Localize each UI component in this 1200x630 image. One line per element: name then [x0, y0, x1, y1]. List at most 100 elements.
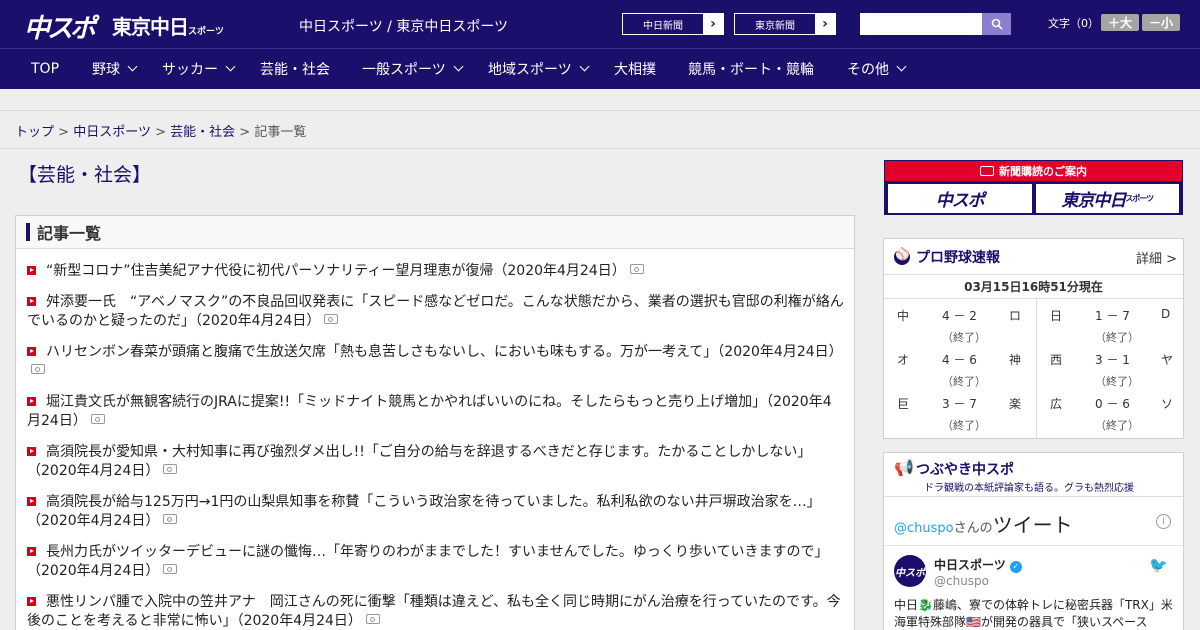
game-status: （終了）: [1095, 419, 1139, 432]
article-item[interactable]: “新型コロナ”住吉美紀アナ代役に初代パーソナリティー望月理恵が復帰（2020年4…: [27, 262, 844, 281]
nav-baseball[interactable]: 野球: [92, 49, 138, 89]
breadcrumb-bar: トップ > 中日スポーツ > 芸能・社会 > 記事一覧: [0, 111, 1200, 149]
main-nav: TOP 野球 サッカー 芸能・社会 一般スポーツ 地域スポーツ 大相撲 競馬・ボ…: [0, 48, 1200, 89]
baseball-score-box: プロ野球速報 詳細 > 03月15日16時51分現在 中 4 － 2 ロ （終了） オ…: [883, 238, 1184, 439]
subscription-banner[interactable]: 新聞購読のご案内 中スポ 東京中日 スポーツ: [884, 160, 1183, 215]
tweets-by-heading: @chuspoさんのツイート: [894, 509, 1073, 538]
away-team: ヤ: [1161, 353, 1174, 367]
game-row[interactable]: オ4 － 6 神（終了）: [884, 343, 1034, 388]
game-row[interactable]: 巨 3 － 7 楽 （終了）: [884, 387, 1034, 432]
nav-sumo[interactable]: 大相撲: [614, 49, 656, 89]
score-column-right: 日1 － 7 D （終了） 西3 － 1 ヤ（終了） 広0 － 6 ソ（終了）: [1036, 299, 1186, 439]
chevron-down-icon: [453, 61, 464, 72]
article-link[interactable]: 舛添要一氏 “アベノマスク”の不良品回収発表に「スピード感などゼロだ。こんな状態…: [27, 294, 844, 329]
score-detail-link[interactable]: 詳細 >: [1136, 248, 1177, 267]
tweet-text: 中日🐉藤嶋、寮での体幹トレに秘密兵器「TRX」米海軍特殊部隊🇺🇸が開発の器具で「…: [894, 598, 1173, 629]
tokyo-chunichi-logo-small: スポーツ: [188, 27, 224, 37]
article-item[interactable]: 長州力氏がツイッターデビューに謎の懺悔…「年寄りのわがままでした！すいませんでし…: [27, 543, 844, 581]
arrow-bullet-icon: [27, 547, 36, 556]
avatar[interactable]: 中スポ: [894, 555, 926, 587]
nav-local-sports[interactable]: 地域スポーツ: [488, 49, 590, 89]
tokyo-chunichi-logo-text: 東京中日: [112, 15, 189, 39]
score-grid: 中 4 － 2 ロ （終了） オ 4 － 6 神 （終了） 巨 3 － 7 楽 （終了） 日 1 －…: [884, 299, 1183, 439]
search-icon: [991, 18, 1003, 30]
camera-icon: [163, 564, 178, 574]
tokyo-shimbun-button[interactable]: 東京新聞 ›: [734, 13, 836, 35]
nav-racing[interactable]: 競馬・ボート・競輪: [688, 49, 814, 89]
game-row[interactable]: 西3 － 1 ヤ（終了）: [1037, 343, 1186, 388]
font-decrease-button[interactable]: －小: [1142, 14, 1180, 31]
game-row[interactable]: 中4 － 2 ロ（終了）: [884, 299, 1034, 344]
breadcrumb-category[interactable]: 芸能・社会: [170, 125, 235, 140]
breadcrumb-sep: >: [239, 125, 251, 140]
arrow-bullet-icon: [27, 497, 36, 506]
game-score: 4 － 6: [942, 353, 977, 367]
article-link[interactable]: “新型コロナ”住吉美紀アナ代役に初代パーソナリティー望月理恵が復帰（2020年4…: [46, 263, 626, 279]
article-item[interactable]: 悪性リンパ腫で入院中の笠井アナ 岡江さんの死に衝撃「種類は違えど、私も全く同じ時…: [27, 593, 844, 630]
breadcrumb: トップ > 中日スポーツ > 芸能・社会 > 記事一覧: [15, 121, 306, 140]
breadcrumb-sep: >: [58, 125, 70, 140]
baseball-icon: [894, 247, 910, 265]
nav-other-label: その他: [847, 62, 889, 78]
nav-entertainment[interactable]: 芸能・社会: [260, 49, 330, 89]
subscribe-tokyo-chunichi-small: スポーツ: [1125, 194, 1154, 203]
verified-check-icon: ✓: [1009, 561, 1022, 573]
tweet-section-subtitle: ドラ観戦の本紙評論家も語る。グラも熱烈応援: [924, 483, 1134, 494]
away-team: ロ: [1009, 309, 1022, 323]
nav-general-sports[interactable]: 一般スポーツ: [362, 49, 464, 89]
info-icon[interactable]: i: [1156, 514, 1171, 529]
game-row[interactable]: 広 0 － 6 ソ （終了）: [1037, 387, 1186, 432]
arrow-bullet-icon: [27, 397, 36, 406]
article-link[interactable]: 悪性リンパ腫で入院中の笠井アナ 岡江さんの死に衝撃「種類は違えど、私も全く同じ時…: [27, 594, 841, 629]
away-team: 楽: [1009, 397, 1022, 411]
article-item[interactable]: ハリセンボン春菜が頭痛と腹痛で生放送欠席「熱も息苦しさもないし、においも味もする…: [27, 343, 844, 381]
chuspo-logo[interactable]: 中スポ: [24, 8, 96, 45]
tweet-account-name[interactable]: 中日スポーツ ✓: [934, 556, 1022, 573]
nav-soccer[interactable]: サッカー: [162, 49, 236, 89]
article-item[interactable]: 堀江貴文氏が無観客続行のJRAに提案!!「ミッドナイト競馬とかやればいいのにね。…: [27, 393, 844, 431]
arrow-bullet-icon: [27, 297, 36, 306]
game-score: 4 － 2: [942, 309, 977, 323]
nav-local-sports-label: 地域スポーツ: [488, 62, 572, 78]
search-button[interactable]: [982, 13, 1011, 35]
article-item[interactable]: 高須院長が愛知県・大村知事に再び強烈ダメ出し!!「ご自分の給与を辞退するべきだと…: [27, 443, 844, 481]
tweets-handle-link[interactable]: @chuspo: [894, 521, 954, 536]
tokyo-chunichi-logo[interactable]: 東京中日スポーツ: [112, 11, 224, 40]
subscription-header: 新聞購読のご案内: [885, 161, 1182, 181]
score-title: プロ野球速報: [916, 249, 1000, 266]
tweet-section-title: つぶやき中スポ: [916, 462, 1014, 478]
article-item[interactable]: 高須院長が給与125万円→1円の山梨県知事を称賛「こういう政治家を待っていました…: [27, 493, 844, 531]
arrow-bullet-icon: [27, 347, 36, 356]
home-team: 中: [897, 309, 910, 323]
breadcrumb-sep: >: [155, 125, 166, 140]
subscribe-tokyo-chunichi-logo[interactable]: 東京中日 スポーツ: [1035, 184, 1179, 213]
twitter-bird-icon[interactable]: 🐦: [1149, 556, 1168, 574]
site-title-link[interactable]: 中日スポーツ / 東京中日スポーツ: [299, 16, 508, 36]
chunichi-shimbun-button[interactable]: 中日新聞 ›: [622, 13, 724, 35]
game-row[interactable]: 日1 － 7 D （終了）: [1037, 299, 1186, 344]
page-title: 【芸能・社会】: [18, 164, 152, 186]
article-link[interactable]: 高須院長が給与125万円→1円の山梨県知事を称賛「こういう政治家を待っていました…: [27, 494, 821, 529]
article-link[interactable]: 高須院長が愛知県・大村知事に再び強烈ダメ出し!!「ご自分の給与を辞退するべきだと…: [27, 444, 811, 479]
article-link[interactable]: 長州力氏がツイッターデビューに謎の懺悔…「年寄りのわがままでした！すいませんでし…: [27, 544, 828, 579]
font-size-label: 文字（0）: [1048, 17, 1099, 30]
article-link[interactable]: ハリセンボン春菜が頭痛と腹痛で生放送欠席「熱も息苦しさもないし、においも味もする…: [46, 344, 843, 360]
nav-other[interactable]: その他: [847, 49, 907, 89]
home-team: オ: [897, 353, 910, 367]
away-team: D: [1161, 307, 1171, 321]
nav-top[interactable]: TOP: [31, 49, 59, 89]
tweet-account-handle[interactable]: @chuspo: [934, 574, 989, 588]
article-item[interactable]: 舛添要一氏 “アベノマスク”の不良品回収発表に「スピード感などゼロだ。こんな状態…: [27, 293, 844, 331]
font-increase-button[interactable]: ＋大: [1101, 14, 1139, 31]
chevron-right-icon: ›: [710, 16, 716, 32]
tweets-handle-suffix: さんの: [953, 521, 993, 536]
camera-icon: [324, 314, 339, 324]
breadcrumb-chunichi[interactable]: 中日スポーツ: [73, 125, 151, 140]
camera-icon: [90, 414, 105, 424]
tokyo-shimbun-label: 東京新聞: [735, 14, 815, 34]
article-link[interactable]: 堀江貴文氏が無観客続行のJRAに提案!!「ミッドナイト競馬とかやればいいのにね。…: [27, 394, 832, 429]
camera-icon: [163, 464, 178, 474]
subscribe-chuspo-logo[interactable]: 中スポ: [888, 184, 1032, 213]
search-input[interactable]: [860, 13, 982, 35]
breadcrumb-top[interactable]: トップ: [15, 125, 54, 140]
